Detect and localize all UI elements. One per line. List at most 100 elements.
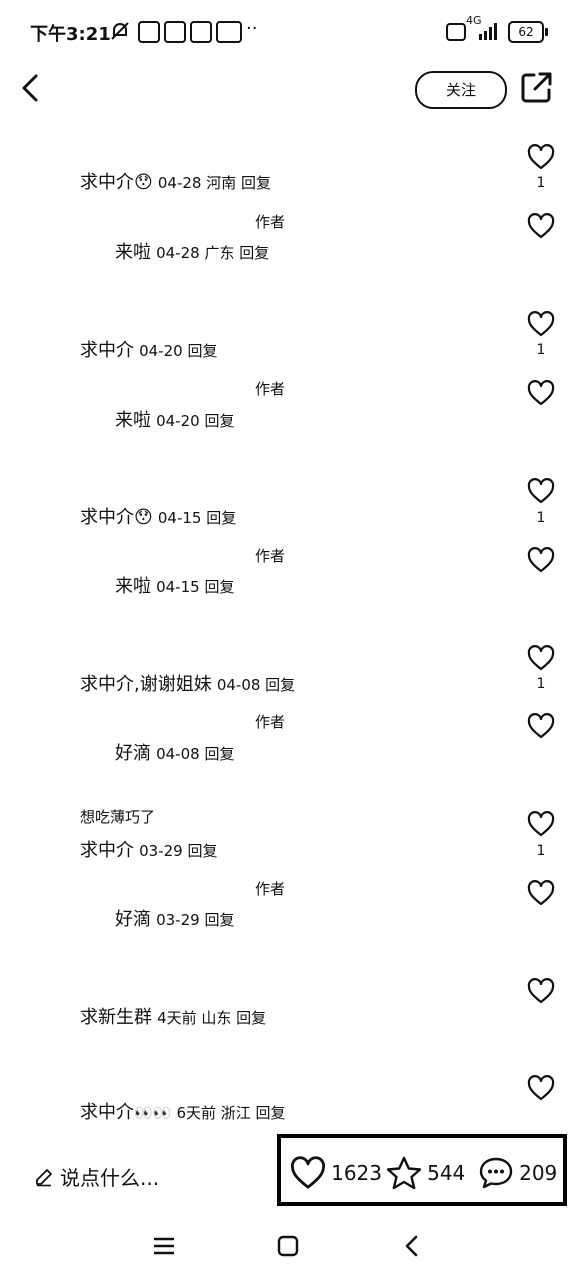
home-square-icon bbox=[277, 1235, 299, 1257]
reply-item: 来啦 04-28 广东 回复 bbox=[115, 238, 269, 264]
like-button[interactable] bbox=[527, 1075, 555, 1105]
heart-icon bbox=[527, 1075, 555, 1101]
like-button[interactable] bbox=[527, 880, 555, 910]
post-comment-button[interactable]: 209 bbox=[478, 1156, 557, 1194]
follow-button[interactable]: 关注 bbox=[415, 71, 507, 109]
comment-meta[interactable]: 6天前 浙江 回复 bbox=[176, 1104, 285, 1122]
heart-icon bbox=[527, 880, 555, 906]
author-label: 作者 bbox=[255, 380, 286, 398]
heart-icon bbox=[527, 380, 555, 406]
app-notification-icon bbox=[216, 21, 242, 43]
comment-text: 求中介,谢谢姐妹 bbox=[80, 674, 212, 695]
comment-meta[interactable]: 04-28 河南 回复 bbox=[158, 174, 271, 192]
heart-icon bbox=[527, 478, 555, 504]
like-button[interactable] bbox=[527, 380, 555, 410]
chevron-left-icon bbox=[22, 74, 38, 102]
reply-meta[interactable]: 04-15 回复 bbox=[156, 578, 234, 596]
like-count: 1 bbox=[536, 843, 546, 859]
reply-item: 好滴 03-29 回复 bbox=[115, 905, 234, 931]
like-count: 1 bbox=[536, 510, 546, 526]
back-button[interactable] bbox=[14, 70, 50, 106]
comment-item: 求新生群 4天前 山东 回复 bbox=[80, 1003, 266, 1029]
post-star-count: 544 bbox=[427, 1161, 466, 1185]
post-comment-count: 209 bbox=[519, 1161, 558, 1185]
like-count: 1 bbox=[536, 175, 546, 191]
pencil-icon bbox=[36, 1169, 52, 1187]
reply-meta[interactable]: 04-20 回复 bbox=[156, 412, 234, 430]
post-like-count: 1623 bbox=[331, 1161, 382, 1185]
like-button[interactable] bbox=[527, 978, 555, 1008]
heart-icon bbox=[527, 311, 555, 337]
app-notification-icon bbox=[164, 21, 186, 43]
signal-icon bbox=[478, 22, 500, 45]
heart-icon bbox=[527, 144, 555, 170]
star-icon bbox=[386, 1156, 422, 1190]
reply-meta[interactable]: 04-08 回复 bbox=[156, 745, 234, 763]
heart-icon bbox=[527, 645, 555, 671]
status-time: 下午3:21 bbox=[30, 24, 111, 45]
reply-text: 好滴 bbox=[115, 743, 151, 764]
heart-icon bbox=[527, 213, 555, 239]
like-count: 1 bbox=[536, 676, 546, 692]
mute-icon bbox=[110, 21, 129, 40]
menu-nav-button[interactable] bbox=[152, 1236, 176, 1260]
comment-text: 求新生群 bbox=[80, 1007, 152, 1028]
reply-item: 好滴 04-08 回复 bbox=[115, 739, 234, 765]
author-label: 作者 bbox=[255, 547, 286, 565]
like-button[interactable] bbox=[527, 144, 555, 174]
like-button[interactable] bbox=[527, 713, 555, 743]
comment-meta[interactable]: 03-29 回复 bbox=[139, 842, 217, 860]
reply-text: 好滴 bbox=[115, 909, 151, 930]
battery-indicator: 62 bbox=[508, 21, 548, 43]
like-button[interactable] bbox=[527, 811, 555, 841]
heart-icon bbox=[527, 547, 555, 573]
comment-text: 求中介 bbox=[80, 1102, 134, 1123]
comment-input-placeholder: 说点什么... bbox=[60, 1166, 160, 1190]
comment-item: 求中介 03-29 回复 bbox=[80, 836, 217, 862]
app-notification-icon bbox=[190, 21, 212, 43]
comment-meta[interactable]: 04-20 回复 bbox=[139, 342, 217, 360]
author-label: 作者 bbox=[255, 213, 286, 231]
author-label: 作者 bbox=[255, 713, 286, 731]
like-button[interactable] bbox=[527, 311, 555, 341]
reply-text: 来啦 bbox=[115, 242, 151, 263]
emoji: 😯 bbox=[134, 507, 153, 528]
heart-icon bbox=[527, 713, 555, 739]
comment-item: 求中介👀👀 6天前 浙江 回复 bbox=[80, 1098, 286, 1124]
reply-text: 来啦 bbox=[115, 410, 151, 431]
heart-icon bbox=[290, 1156, 326, 1190]
reply-meta[interactable]: 03-29 回复 bbox=[156, 911, 234, 929]
more-notifications-icon: ·· bbox=[246, 18, 258, 39]
like-button[interactable] bbox=[527, 478, 555, 508]
comment-item: 求中介😯 04-28 河南 回复 bbox=[80, 168, 271, 194]
home-nav-button[interactable] bbox=[277, 1235, 299, 1261]
status-bar: 下午3:21 ·· 4G 62 bbox=[0, 0, 576, 60]
share-icon bbox=[521, 72, 552, 103]
like-count: 1 bbox=[536, 342, 546, 358]
comment-item: 求中介,谢谢姐妹 04-08 回复 bbox=[80, 670, 295, 696]
emoji: 👀👀 bbox=[134, 1104, 172, 1122]
reply-item: 来啦 04-20 回复 bbox=[115, 406, 234, 432]
hd-icon bbox=[446, 23, 466, 41]
comment-item: 求中介😯 04-15 回复 bbox=[80, 503, 236, 529]
reply-meta[interactable]: 04-28 广东 回复 bbox=[156, 244, 269, 262]
comment-item: 求中介 04-20 回复 bbox=[80, 336, 217, 362]
chevron-left-icon bbox=[405, 1235, 418, 1257]
comment-text: 求中介 bbox=[80, 507, 134, 528]
back-nav-button[interactable] bbox=[401, 1234, 421, 1262]
post-star-button[interactable]: 544 bbox=[386, 1156, 465, 1194]
nfc-icon bbox=[138, 21, 160, 43]
share-button[interactable] bbox=[520, 70, 554, 104]
comment-pre-text: 想吃薄巧了 bbox=[80, 808, 156, 826]
comment-meta[interactable]: 4天前 山东 回复 bbox=[157, 1009, 266, 1027]
heart-icon bbox=[527, 978, 555, 1004]
comment-meta[interactable]: 04-08 回复 bbox=[217, 676, 295, 694]
like-button[interactable] bbox=[527, 213, 555, 243]
like-button[interactable] bbox=[527, 547, 555, 577]
post-like-button[interactable]: 1623 bbox=[290, 1156, 382, 1194]
comment-meta[interactable]: 04-15 回复 bbox=[158, 509, 236, 527]
menu-icon bbox=[154, 1237, 174, 1255]
like-button[interactable] bbox=[527, 645, 555, 675]
comment-input[interactable]: 说点什么... bbox=[34, 1162, 159, 1191]
heart-icon bbox=[527, 811, 555, 837]
